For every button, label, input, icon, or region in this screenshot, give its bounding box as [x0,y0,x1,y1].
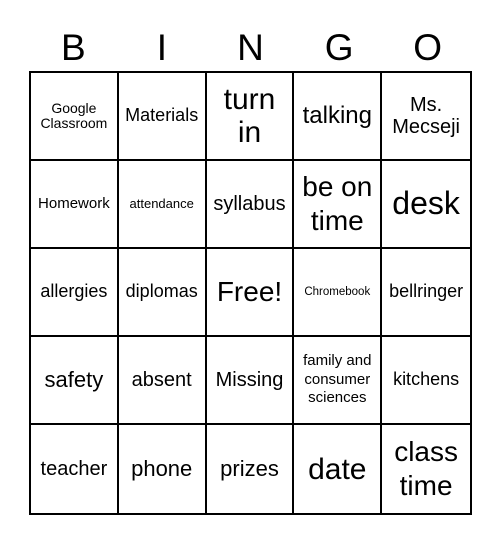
bingo-cell[interactable]: prizes [207,425,295,513]
bingo-cell[interactable]: Missing [206,337,295,425]
bingo-cell[interactable]: kitchens [382,337,470,425]
bingo-cell[interactable]: desk [382,161,470,249]
bingo-board: Google Classroom Materials turn in talki… [29,71,472,515]
header-letter-g: G [324,27,354,68]
bingo-cell[interactable]: Ms. Mecseji [382,73,470,161]
bingo-cell[interactable]: Google Classroom [31,73,119,161]
bingo-cell[interactable]: Chromebook [294,249,383,337]
bingo-cell[interactable]: date [294,425,383,513]
bingo-cell[interactable]: Homework [31,161,119,249]
bingo-cell[interactable]: attendance [118,161,207,249]
free-space-cell[interactable]: Free! [206,249,295,337]
bingo-cell[interactable]: absent [118,337,207,425]
bingo-cell[interactable]: diplomas [118,249,207,337]
bingo-cell[interactable]: be on time [294,161,383,249]
bingo-header: B I N G O [29,26,472,70]
bingo-cell[interactable]: family and consumer sciences [294,337,383,425]
bingo-cell[interactable]: turn in [206,73,295,161]
header-letter-b: B [60,27,86,68]
bingo-cell[interactable]: class time [382,425,470,513]
bingo-cell[interactable]: phone [119,425,207,513]
bingo-cell[interactable]: bellringer [382,249,470,337]
bingo-cell[interactable]: Materials [118,73,207,161]
bingo-cell[interactable]: talking [294,73,383,161]
bingo-cell[interactable]: safety [31,337,119,425]
header-letter-i: I [156,27,168,68]
bingo-cell[interactable]: teacher [31,425,119,513]
header-letter-o: O [413,27,443,68]
bingo-cell[interactable]: allergies [31,249,119,337]
header-letter-n: N [237,27,264,68]
bingo-cell[interactable]: syllabus [206,161,295,249]
